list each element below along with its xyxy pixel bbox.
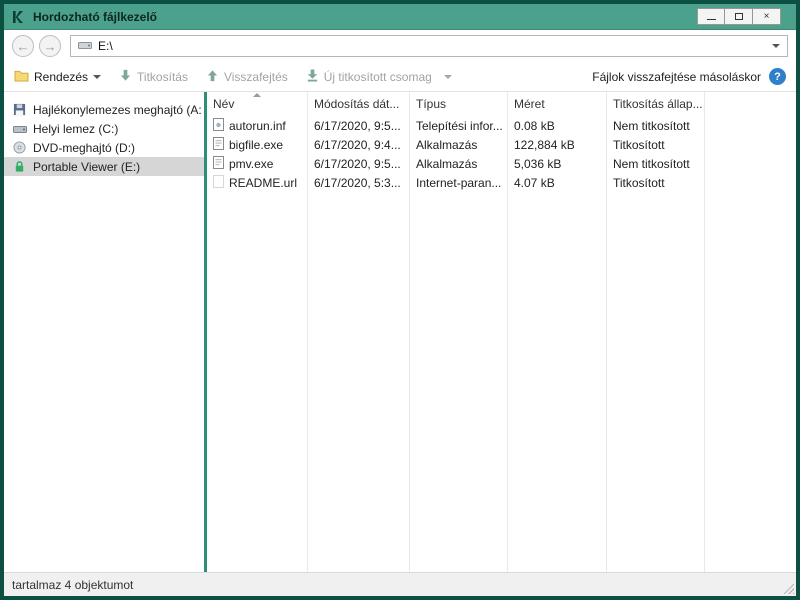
content-area: Hajlékonylemezes meghajtó (A: Helyi leme… <box>4 92 796 572</box>
file-size-cell[interactable]: 122,884 kB <box>508 135 606 154</box>
sort-button[interactable]: Rendezés <box>14 69 101 85</box>
column-header-type[interactable]: Típus <box>410 92 507 116</box>
file-name-cell[interactable]: README.url <box>207 173 307 192</box>
floppy-drive-icon <box>12 103 27 116</box>
encrypt-button[interactable]: Titkosítás <box>119 69 188 85</box>
portable-file-manager-window: Hordozható fájlkezelő × ← → <box>0 0 800 600</box>
file-icon <box>213 175 224 191</box>
file-modified-cell[interactable]: 6/17/2020, 9:5... <box>308 154 409 173</box>
file-list: Név autorun.inf <box>207 92 796 572</box>
sort-ascending-icon <box>253 93 261 97</box>
file-name-cell[interactable]: pmv.exe <box>207 154 307 173</box>
file-type-cell[interactable]: Alkalmazás <box>410 154 507 173</box>
file-type-cell[interactable]: Telepítési infor... <box>410 116 507 135</box>
minimize-button[interactable] <box>697 8 725 25</box>
new-package-dropdown-chevron-icon[interactable] <box>444 75 452 79</box>
file-list-empty-area <box>705 92 796 572</box>
help-icon[interactable]: ? <box>769 68 786 85</box>
kaspersky-logo-icon <box>10 9 26 25</box>
maximize-button[interactable] <box>725 8 753 25</box>
resize-grip[interactable] <box>782 582 794 594</box>
address-dropdown-chevron-icon[interactable] <box>772 44 780 48</box>
drive-tree: Hajlékonylemezes meghajtó (A: Helyi leme… <box>4 92 204 572</box>
sidebar-item-local-disk-c[interactable]: Helyi lemez (C:) <box>4 119 204 138</box>
minimize-icon <box>707 19 716 20</box>
encrypt-button-label: Titkosítás <box>137 70 188 84</box>
file-type-cell[interactable]: Internet-paran... <box>410 173 507 192</box>
close-button[interactable]: × <box>753 8 781 25</box>
window-title: Hordozható fájlkezelő <box>33 10 157 24</box>
column-header-name[interactable]: Név <box>207 92 307 116</box>
hard-drive-icon <box>12 123 27 135</box>
decrypt-button[interactable]: Visszafejtés <box>206 69 288 85</box>
sidebar-item-label: Portable Viewer (E:) <box>33 160 140 174</box>
file-encryption-cell[interactable]: Nem titkosított <box>607 154 704 173</box>
titlebar[interactable]: Hordozható fájlkezelő × <box>4 4 796 30</box>
file-encryption-cell[interactable]: Titkosított <box>607 135 704 154</box>
file-icon <box>213 137 224 153</box>
back-button[interactable]: ← <box>12 35 34 57</box>
status-bar: tartalmaz 4 objektumot <box>4 572 796 596</box>
sort-dropdown-chevron-icon <box>93 75 101 79</box>
file-size-cell[interactable]: 0.08 kB <box>508 116 606 135</box>
drive-icon <box>78 39 92 54</box>
sidebar-item-portable-viewer-e[interactable]: Portable Viewer (E:) <box>4 157 204 176</box>
file-size-cell[interactable]: 4.07 kB <box>508 173 606 192</box>
close-icon: × <box>764 12 770 22</box>
column-header-modified[interactable]: Módosítás dát... <box>308 92 409 116</box>
file-icon <box>213 118 224 134</box>
sidebar-item-label: DVD-meghajtó (D:) <box>33 141 135 155</box>
package-arrow-icon <box>306 69 319 85</box>
new-encrypted-package-label: Új titkosított csomag <box>324 70 432 84</box>
forward-arrow-icon: → <box>44 40 57 53</box>
file-type-cell[interactable]: Alkalmazás <box>410 135 507 154</box>
sidebar-item-label: Helyi lemez (C:) <box>33 122 118 136</box>
file-encryption-cell[interactable]: Titkosított <box>607 173 704 192</box>
column-header-size[interactable]: Méret <box>508 92 606 116</box>
forward-button[interactable]: → <box>39 35 61 57</box>
file-icon <box>213 156 224 172</box>
folder-icon <box>14 69 29 85</box>
file-size-cell[interactable]: 5,036 kB <box>508 154 606 173</box>
column-header-encryption[interactable]: Titkosítás állap... <box>607 92 704 116</box>
sidebar-item-label: Hajlékonylemezes meghajtó (A: <box>33 103 202 117</box>
file-modified-cell[interactable]: 6/17/2020, 5:3... <box>308 173 409 192</box>
arrow-down-icon <box>119 69 132 85</box>
maximize-icon <box>735 13 743 20</box>
address-bar[interactable]: E:\ <box>70 35 788 57</box>
file-encryption-cell[interactable]: Nem titkosított <box>607 116 704 135</box>
status-text: tartalmaz 4 objektumot <box>12 578 133 592</box>
file-name-cell[interactable]: bigfile.exe <box>207 135 307 154</box>
dvd-drive-icon <box>12 141 27 154</box>
address-value: E:\ <box>98 39 766 53</box>
lock-icon <box>12 160 27 173</box>
toolbar: Rendezés Titkosítás Visszafejtés <box>4 62 796 92</box>
new-encrypted-package-button[interactable]: Új titkosított csomag <box>306 69 432 85</box>
file-modified-cell[interactable]: 6/17/2020, 9:4... <box>308 135 409 154</box>
arrow-up-icon <box>206 69 219 85</box>
file-name-cell[interactable]: autorun.inf <box>207 116 307 135</box>
back-arrow-icon: ← <box>17 40 30 53</box>
sidebar-item-dvd-d[interactable]: DVD-meghajtó (D:) <box>4 138 204 157</box>
decrypt-on-copy-label[interactable]: Fájlok visszafejtése másoláskor <box>592 70 761 84</box>
decrypt-button-label: Visszafejtés <box>224 70 288 84</box>
window-controls: × <box>697 8 781 25</box>
sidebar-item-floppy-a[interactable]: Hajlékonylemezes meghajtó (A: <box>4 100 204 119</box>
file-modified-cell[interactable]: 6/17/2020, 9:5... <box>308 116 409 135</box>
sort-button-label: Rendezés <box>34 70 88 84</box>
navigation-bar: ← → E:\ <box>4 30 796 62</box>
